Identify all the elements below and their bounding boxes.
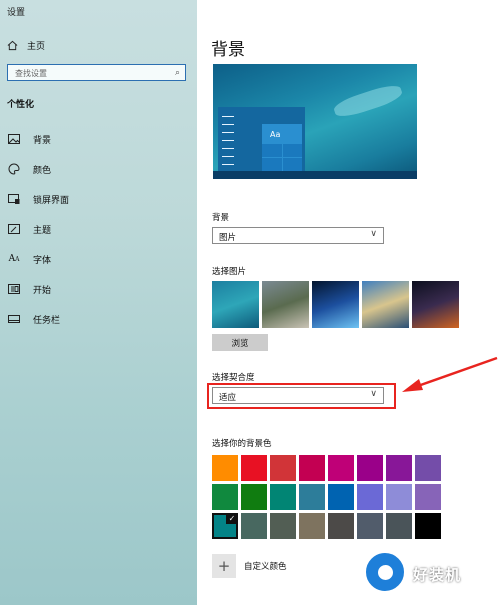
preview-taskbar <box>213 171 417 179</box>
section-title: 个性化 <box>7 100 35 110</box>
choose-picture-label: 选择图片 <box>212 267 247 277</box>
sidebar-item-label: 主题 <box>33 225 52 236</box>
preview-menu-line <box>222 116 234 117</box>
preview-tile-grid <box>262 144 302 171</box>
sidebar-item-label: 颜色 <box>33 165 52 176</box>
sidebar-item-taskbar[interactable]: 任务栏 <box>7 312 60 326</box>
custom-color-button[interactable]: + 自定义颜色 <box>212 554 287 578</box>
picture-icon <box>7 133 21 145</box>
picture-thumbnail[interactable] <box>412 281 459 328</box>
color-swatch[interactable] <box>270 455 296 481</box>
sidebar-item-start[interactable]: 开始 <box>7 282 51 296</box>
color-swatch[interactable] <box>357 455 383 481</box>
color-swatch[interactable]: ✓ <box>212 513 238 539</box>
color-swatch[interactable] <box>270 513 296 539</box>
lock-screen-icon <box>7 193 21 205</box>
window-title: 设置 <box>7 8 26 18</box>
preview-tile-text: Aa <box>270 130 281 139</box>
custom-color-label: 自定义颜色 <box>244 562 287 572</box>
watermark-text: 好装机 <box>413 566 462 584</box>
checkmark-icon: ✓ <box>226 513 238 524</box>
color-swatch[interactable] <box>299 455 325 481</box>
theme-icon <box>7 223 21 235</box>
preview-menu-line <box>222 156 234 157</box>
taskbar-icon <box>7 313 21 325</box>
preview-swimmer <box>331 81 405 121</box>
color-swatch[interactable] <box>241 513 267 539</box>
color-swatch[interactable] <box>328 513 354 539</box>
sidebar-home[interactable]: 主页 <box>7 38 45 52</box>
search-input[interactable]: 查找设置 ⌕ <box>7 64 186 81</box>
color-swatch[interactable] <box>241 484 267 510</box>
color-swatch[interactable] <box>386 455 412 481</box>
color-swatch[interactable] <box>270 484 296 510</box>
sidebar-item-label: 锁屏界面 <box>33 195 70 206</box>
picture-thumbnail[interactable] <box>262 281 309 328</box>
palette-icon <box>7 163 21 175</box>
main-content: 背景 Aa 背景 图片 ∨ 选择图片 浏览 选择契合度 适应 ∨ 选择你的背景色… <box>197 0 500 605</box>
picture-thumbnails <box>212 281 459 328</box>
preview-menu-line <box>222 132 234 133</box>
preview-menu-line <box>222 148 234 149</box>
sidebar-item-theme[interactable]: 主题 <box>7 222 51 236</box>
sidebar-item-lock-screen[interactable]: 锁屏界面 <box>7 192 69 206</box>
page-title: 背景 <box>211 40 245 60</box>
color-swatch[interactable] <box>328 455 354 481</box>
home-label: 主页 <box>27 41 46 52</box>
plus-icon: + <box>212 554 236 578</box>
color-swatch[interactable] <box>212 484 238 510</box>
color-swatch[interactable] <box>357 484 383 510</box>
color-swatch[interactable] <box>299 513 325 539</box>
color-label: 选择你的背景色 <box>212 439 272 449</box>
preview-menu-line <box>222 140 234 141</box>
highlight-box <box>207 383 396 409</box>
chevron-down-icon: ∨ <box>370 229 377 239</box>
sidebar-item-label: 任务栏 <box>33 315 61 326</box>
preview-menu-line <box>222 164 234 165</box>
color-swatch[interactable] <box>328 484 354 510</box>
search-placeholder: 查找设置 <box>15 69 47 78</box>
search-icon[interactable]: ⌕ <box>175 68 180 78</box>
color-swatch[interactable] <box>386 484 412 510</box>
sidebar-item-label: 开始 <box>33 285 52 296</box>
sidebar: 设置 主页 查找设置 ⌕ 个性化 背景 颜色 锁屏界面 主题 AA 字体 开始 … <box>0 0 197 605</box>
preview-menu-line <box>222 124 234 125</box>
color-swatch[interactable] <box>212 455 238 481</box>
color-swatch[interactable] <box>415 484 441 510</box>
desktop-preview: Aa <box>213 64 417 179</box>
sidebar-item-label: 字体 <box>33 255 52 266</box>
home-icon <box>7 40 18 50</box>
picture-thumbnail[interactable] <box>312 281 359 328</box>
sidebar-item-background[interactable]: 背景 <box>7 132 51 146</box>
color-swatch[interactable] <box>386 513 412 539</box>
annotation-arrow <box>402 356 498 392</box>
fit-label: 选择契合度 <box>212 373 255 383</box>
color-swatch[interactable] <box>299 484 325 510</box>
picture-thumbnail[interactable] <box>212 281 259 328</box>
color-swatch[interactable] <box>415 513 441 539</box>
sidebar-item-font[interactable]: AA 字体 <box>7 252 51 266</box>
browse-button[interactable]: 浏览 <box>212 334 268 351</box>
color-swatch[interactable] <box>415 455 441 481</box>
color-swatch[interactable] <box>241 455 267 481</box>
color-swatch-grid: ✓ <box>212 455 441 539</box>
watermark: 好装机 <box>363 550 493 598</box>
start-icon <box>7 283 21 295</box>
watermark-logo-icon <box>363 550 407 594</box>
background-dropdown[interactable]: 图片 ∨ <box>212 227 384 244</box>
sidebar-item-color[interactable]: 颜色 <box>7 162 51 176</box>
picture-thumbnail[interactable] <box>362 281 409 328</box>
background-dropdown-value: 图片 <box>219 233 237 243</box>
font-icon: AA <box>8 254 20 264</box>
sidebar-item-label: 背景 <box>33 135 52 146</box>
color-swatch[interactable] <box>357 513 383 539</box>
background-label: 背景 <box>212 213 230 223</box>
